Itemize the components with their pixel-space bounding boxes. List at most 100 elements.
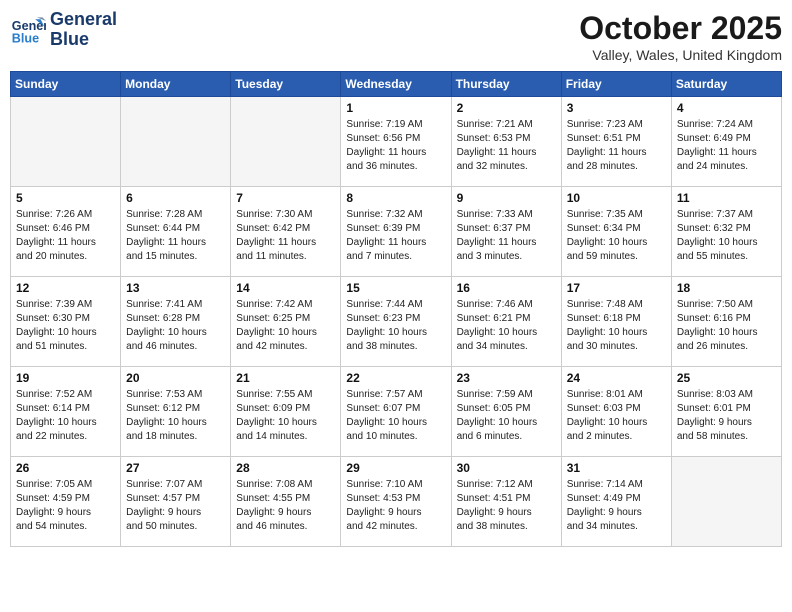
calendar-day-cell: 9 Sunrise: 7:33 AMSunset: 6:37 PMDaylight… xyxy=(451,187,561,277)
day-number: 6 xyxy=(126,191,225,205)
day-number: 16 xyxy=(457,281,556,295)
day-number: 28 xyxy=(236,461,335,475)
calendar-day-cell: 27 Sunrise: 7:07 AMSunset: 4:57 PMDayligh… xyxy=(121,457,231,547)
day-number: 7 xyxy=(236,191,335,205)
calendar-day-cell xyxy=(121,97,231,187)
day-info: Sunrise: 7:57 AMSunset: 6:07 PMDaylight:… xyxy=(346,388,445,444)
calendar-day-cell: 7Sunrise: 7:30 AMSunset: 6:42 PMDaylight… xyxy=(231,187,341,277)
day-number: 4 xyxy=(677,101,776,115)
day-info: Sunrise: 7:24 AMSunset: 6:49 PMDaylight:… xyxy=(677,118,776,174)
day-number: 9 xyxy=(457,191,556,205)
calendar-header: SundayMondayTuesdayWednesdayThursdayFrid… xyxy=(11,72,782,97)
calendar-day-cell: 30Sunrise: 7:12 AMSunset: 4:51 PMDayligh… xyxy=(451,457,561,547)
weekday-header: Thursday xyxy=(451,72,561,97)
page-header: General Blue General Blue October 2025 V… xyxy=(10,10,782,63)
day-info: Sunrise: 7:19 AMSunset: 6:56 PMDaylight:… xyxy=(346,118,445,174)
calendar-day-cell: 20 Sunrise: 7:53 AMSunset: 6:12 PMDayligh… xyxy=(121,367,231,457)
day-info: Sunrise: 7:32 AMSunset: 6:39 PMDaylight:… xyxy=(346,208,445,264)
day-number: 17 xyxy=(567,281,666,295)
day-number: 31 xyxy=(567,461,666,475)
calendar-day-cell: 24 Sunrise: 8:01 AMSunset: 6:03 PMDayligh… xyxy=(561,367,671,457)
weekday-header: Monday xyxy=(121,72,231,97)
day-number: 27 xyxy=(126,461,225,475)
day-info: Sunrise: 7:48 AMSunset: 6:18 PMDaylight:… xyxy=(567,298,666,354)
day-info: Sunrise: 7:26 AMSunset: 6:46 PMDaylight:… xyxy=(16,208,115,264)
day-number: 29 xyxy=(346,461,445,475)
calendar-day-cell: 19 Sunrise: 7:52 AMSunset: 6:14 PMDayligh… xyxy=(11,367,121,457)
day-info: Sunrise: 7:59 AMSunset: 6:05 PMDaylight:… xyxy=(457,388,556,444)
day-info: Sunrise: 7:55 AMSunset: 6:09 PMDaylight:… xyxy=(236,388,335,444)
calendar-day-cell: 4 Sunrise: 7:24 AMSunset: 6:49 PMDaylight… xyxy=(671,97,781,187)
calendar-day-cell: 10 Sunrise: 7:35 AMSunset: 6:34 PMDayligh… xyxy=(561,187,671,277)
day-info: Sunrise: 7:14 AMSunset: 4:49 PMDaylight:… xyxy=(567,478,666,534)
day-info: Sunrise: 7:10 AMSunset: 4:53 PMDaylight:… xyxy=(346,478,445,534)
calendar-week-row: 19 Sunrise: 7:52 AMSunset: 6:14 PMDayligh… xyxy=(11,367,782,457)
day-info: Sunrise: 7:42 AMSunset: 6:25 PMDaylight:… xyxy=(236,298,335,354)
calendar-day-cell: 17 Sunrise: 7:48 AMSunset: 6:18 PMDayligh… xyxy=(561,277,671,367)
calendar-day-cell: 14 Sunrise: 7:42 AMSunset: 6:25 PMDayligh… xyxy=(231,277,341,367)
day-info: Sunrise: 7:08 AMSunset: 4:55 PMDaylight:… xyxy=(236,478,335,534)
day-info: Sunrise: 7:23 AMSunset: 6:51 PMDaylight:… xyxy=(567,118,666,174)
day-number: 26 xyxy=(16,461,115,475)
calendar-day-cell: 15Sunrise: 7:44 AMSunset: 6:23 PMDayligh… xyxy=(341,277,451,367)
calendar-day-cell: 11 Sunrise: 7:37 AMSunset: 6:32 PMDayligh… xyxy=(671,187,781,277)
day-number: 15 xyxy=(346,281,445,295)
calendar-day-cell: 28 Sunrise: 7:08 AMSunset: 4:55 PMDayligh… xyxy=(231,457,341,547)
day-number: 3 xyxy=(567,101,666,115)
logo-icon: General Blue xyxy=(10,12,46,48)
day-number: 13 xyxy=(126,281,225,295)
weekday-header: Sunday xyxy=(11,72,121,97)
day-info: Sunrise: 7:05 AMSunset: 4:59 PMDaylight:… xyxy=(16,478,115,534)
weekday-header: Wednesday xyxy=(341,72,451,97)
day-number: 19 xyxy=(16,371,115,385)
day-number: 5 xyxy=(16,191,115,205)
calendar-day-cell: 21Sunrise: 7:55 AMSunset: 6:09 PMDayligh… xyxy=(231,367,341,457)
calendar-week-row: 5 Sunrise: 7:26 AMSunset: 6:46 PMDaylight… xyxy=(11,187,782,277)
weekday-header: Tuesday xyxy=(231,72,341,97)
calendar-day-cell: 5 Sunrise: 7:26 AMSunset: 6:46 PMDaylight… xyxy=(11,187,121,277)
day-info: Sunrise: 7:07 AMSunset: 4:57 PMDaylight:… xyxy=(126,478,225,534)
calendar-day-cell: 29 Sunrise: 7:10 AMSunset: 4:53 PMDayligh… xyxy=(341,457,451,547)
day-number: 10 xyxy=(567,191,666,205)
logo-text: General Blue xyxy=(50,10,117,50)
day-number: 14 xyxy=(236,281,335,295)
day-number: 18 xyxy=(677,281,776,295)
day-number: 11 xyxy=(677,191,776,205)
day-number: 1 xyxy=(346,101,445,115)
calendar-day-cell: 31 Sunrise: 7:14 AMSunset: 4:49 PMDayligh… xyxy=(561,457,671,547)
day-number: 23 xyxy=(457,371,556,385)
day-info: Sunrise: 7:50 AMSunset: 6:16 PMDaylight:… xyxy=(677,298,776,354)
day-info: Sunrise: 7:21 AMSunset: 6:53 PMDaylight:… xyxy=(457,118,556,174)
day-info: Sunrise: 7:35 AMSunset: 6:34 PMDaylight:… xyxy=(567,208,666,264)
calendar-day-cell: 26 Sunrise: 7:05 AMSunset: 4:59 PMDayligh… xyxy=(11,457,121,547)
calendar-week-row: 1 Sunrise: 7:19 AMSunset: 6:56 PMDaylight… xyxy=(11,97,782,187)
calendar-day-cell: 23 Sunrise: 7:59 AMSunset: 6:05 PMDayligh… xyxy=(451,367,561,457)
day-info: Sunrise: 7:33 AMSunset: 6:37 PMDaylight:… xyxy=(457,208,556,264)
day-info: Sunrise: 7:46 AMSunset: 6:21 PMDaylight:… xyxy=(457,298,556,354)
calendar-day-cell xyxy=(11,97,121,187)
day-info: Sunrise: 8:01 AMSunset: 6:03 PMDaylight:… xyxy=(567,388,666,444)
day-number: 22 xyxy=(346,371,445,385)
day-number: 25 xyxy=(677,371,776,385)
calendar-table: SundayMondayTuesdayWednesdayThursdayFrid… xyxy=(10,71,782,547)
calendar-day-cell: 6Sunrise: 7:28 AMSunset: 6:44 PMDaylight… xyxy=(121,187,231,277)
calendar-day-cell xyxy=(671,457,781,547)
day-info: Sunrise: 8:03 AMSunset: 6:01 PMDaylight:… xyxy=(677,388,776,444)
calendar-day-cell: 16 Sunrise: 7:46 AMSunset: 6:21 PMDayligh… xyxy=(451,277,561,367)
calendar-week-row: 26 Sunrise: 7:05 AMSunset: 4:59 PMDayligh… xyxy=(11,457,782,547)
calendar-day-cell: 13Sunrise: 7:41 AMSunset: 6:28 PMDayligh… xyxy=(121,277,231,367)
calendar-day-cell: 3 Sunrise: 7:23 AMSunset: 6:51 PMDaylight… xyxy=(561,97,671,187)
day-info: Sunrise: 7:37 AMSunset: 6:32 PMDaylight:… xyxy=(677,208,776,264)
weekday-header: Saturday xyxy=(671,72,781,97)
day-info: Sunrise: 7:53 AMSunset: 6:12 PMDaylight:… xyxy=(126,388,225,444)
svg-text:Blue: Blue xyxy=(12,31,39,45)
calendar-day-cell: 12Sunrise: 7:39 AMSunset: 6:30 PMDayligh… xyxy=(11,277,121,367)
day-info: Sunrise: 7:52 AMSunset: 6:14 PMDaylight:… xyxy=(16,388,115,444)
day-number: 30 xyxy=(457,461,556,475)
day-info: Sunrise: 7:39 AMSunset: 6:30 PMDaylight:… xyxy=(16,298,115,354)
calendar-day-cell: 8Sunrise: 7:32 AMSunset: 6:39 PMDaylight… xyxy=(341,187,451,277)
day-number: 24 xyxy=(567,371,666,385)
calendar-day-cell: 1 Sunrise: 7:19 AMSunset: 6:56 PMDaylight… xyxy=(341,97,451,187)
calendar-day-cell: 18 Sunrise: 7:50 AMSunset: 6:16 PMDayligh… xyxy=(671,277,781,367)
day-number: 20 xyxy=(126,371,225,385)
